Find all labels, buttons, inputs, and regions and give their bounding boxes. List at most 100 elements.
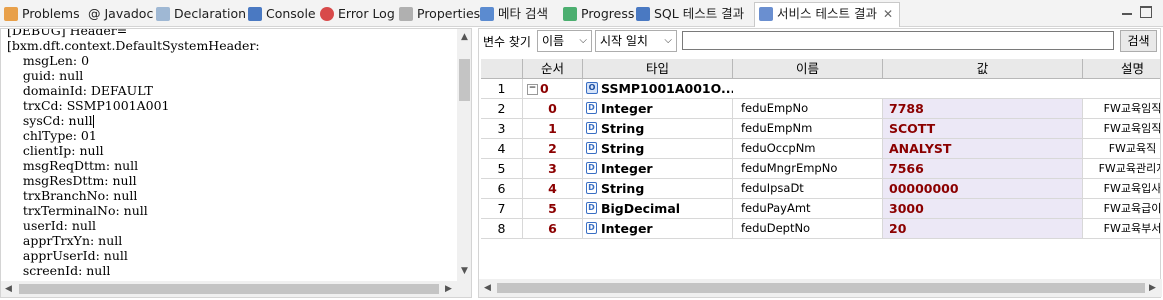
search-field-select[interactable]: 이름 ⌵ <box>537 30 592 52</box>
header-name[interactable]: 이름 <box>733 59 883 79</box>
row-value[interactable]: 7566 <box>883 159 1083 179</box>
row-value[interactable]: 00000000 <box>883 179 1083 199</box>
row-type: O SSMP1001A001O... <box>583 79 733 99</box>
header-index <box>481 59 523 79</box>
table-row[interactable]: 7 5 D BigDecimal feduPayAmt 3000 FW교육급이 <box>481 199 1160 219</box>
console-icon <box>248 6 262 21</box>
row-value[interactable]: 3000 <box>883 199 1083 219</box>
scroll-left-icon[interactable]: ◀ <box>484 283 491 293</box>
variable-search-bar: 변수 찾기 이름 ⌵ 시작 일치 ⌵ 검색 <box>479 29 1162 55</box>
header-value[interactable]: 값 <box>883 59 1083 79</box>
header-desc[interactable]: 설명 <box>1083 59 1160 79</box>
row-type: D Integer <box>583 99 733 119</box>
console-line: [DEBUG] Header= <box>7 28 128 38</box>
console-line: chlType: 01 <box>7 128 97 143</box>
row-desc: FW교육급이 <box>1083 199 1160 219</box>
scroll-right-icon[interactable]: ▶ <box>1149 283 1156 293</box>
row-value <box>883 79 1083 99</box>
row-type: D String <box>583 139 733 159</box>
scroll-left-icon[interactable]: ◀ <box>5 284 12 294</box>
service-test-icon <box>759 6 773 21</box>
table-horizontal-scrollbar[interactable]: ◀ ▶ <box>479 279 1162 297</box>
row-index: 4 <box>481 139 523 159</box>
scroll-down-icon[interactable]: ▼ <box>460 267 469 276</box>
table-row[interactable]: 3 1 D String feduEmpNm SCOTT FW교육임직 <box>481 119 1160 139</box>
sql-test-icon <box>636 6 650 21</box>
table-row[interactable]: 4 2 D String feduOccpNm ANALYST FW교육직 <box>481 139 1160 159</box>
row-value[interactable]: 7788 <box>883 99 1083 119</box>
row-seq: −0 <box>523 79 583 99</box>
tab-meta-search[interactable]: 메타 검색 <box>480 3 548 25</box>
search-input[interactable] <box>682 31 1114 50</box>
row-value[interactable]: SCOTT <box>883 119 1083 139</box>
tab-properties[interactable]: Properties <box>399 3 480 25</box>
maximize-icon[interactable] <box>1140 6 1152 18</box>
row-name: feduIpsaDt <box>733 179 883 199</box>
row-type: D BigDecimal <box>583 199 733 219</box>
console-output[interactable]: [DEBUG] Header= [bxm.dft.context.DefaultS… <box>7 29 260 278</box>
match-mode-select[interactable]: 시작 일치 ⌵ <box>595 30 677 52</box>
row-seq: 5 <box>523 199 583 219</box>
data-field-icon: D <box>586 182 597 194</box>
row-index: 1 <box>481 79 523 99</box>
table-row[interactable]: 5 3 D Integer feduMngrEmpNo 7566 FW교육관리지 <box>481 159 1160 179</box>
collapse-icon[interactable]: − <box>527 84 538 95</box>
scrollbar-thumb[interactable] <box>497 283 1145 293</box>
console-pane: [DEBUG] Header= [bxm.dft.context.DefaultS… <box>0 28 472 298</box>
tab-javadoc[interactable]: @ Javadoc <box>88 3 153 25</box>
data-field-icon: D <box>586 102 597 114</box>
data-field-icon: D <box>586 142 597 154</box>
row-name: feduOccpNm <box>733 139 883 159</box>
scroll-up-icon[interactable]: ▲ <box>460 33 469 42</box>
row-index: 3 <box>481 119 523 139</box>
data-field-icon: D <box>586 122 597 134</box>
row-index: 2 <box>481 99 523 119</box>
row-desc: FW교육부서 <box>1083 219 1160 239</box>
data-field-icon: D <box>586 162 597 174</box>
row-type: D String <box>583 179 733 199</box>
scrollbar-thumb[interactable] <box>19 284 439 294</box>
minimize-icon[interactable] <box>1121 6 1133 18</box>
tab-progress[interactable]: Progress <box>563 3 634 25</box>
tab-service-test-result[interactable]: 서비스 테스트 결과 ✕ <box>754 2 901 27</box>
table-row[interactable]: 2 0 D Integer feduEmpNo 7788 FW교육임직 <box>481 99 1160 119</box>
search-button[interactable]: 검색 <box>1120 30 1157 52</box>
console-vertical-scrollbar[interactable]: ▲ ▼ <box>457 29 471 281</box>
row-seq: 2 <box>523 139 583 159</box>
row-value[interactable]: ANALYST <box>883 139 1083 159</box>
tab-console[interactable]: Console <box>248 3 316 25</box>
service-test-result-pane: 변수 찾기 이름 ⌵ 시작 일치 ⌵ 검색 순서 타입 이름 값 설명 1 −0 O… <box>478 28 1162 298</box>
table-row[interactable]: 8 6 D Integer feduDeptNo 20 FW교육부서 <box>481 219 1160 239</box>
console-line: msgLen: 0 <box>7 53 90 68</box>
row-index: 8 <box>481 219 523 239</box>
tab-sql-test-result[interactable]: SQL 테스트 결과 <box>636 3 744 25</box>
row-desc: FW교육임직 <box>1083 119 1160 139</box>
row-name: feduEmpNm <box>733 119 883 139</box>
row-index: 6 <box>481 179 523 199</box>
table-row-root[interactable]: 1 −0 O SSMP1001A001O... <box>481 79 1160 99</box>
console-horizontal-scrollbar[interactable]: ◀ ▶ <box>1 281 457 297</box>
header-type[interactable]: 타입 <box>583 59 733 79</box>
close-icon[interactable]: ✕ <box>883 7 893 21</box>
row-type: D Integer <box>583 219 733 239</box>
data-field-icon: D <box>586 222 597 234</box>
row-seq: 6 <box>523 219 583 239</box>
scrollbar-thumb[interactable] <box>459 59 470 101</box>
row-value[interactable]: 20 <box>883 219 1083 239</box>
tab-error-log[interactable]: Error Log <box>320 3 395 25</box>
header-seq[interactable]: 순서 <box>523 59 583 79</box>
console-line: msgReqDttm: null <box>7 158 139 173</box>
row-index: 5 <box>481 159 523 179</box>
row-desc <box>1083 79 1160 99</box>
variable-search-label: 변수 찾기 <box>483 35 531 49</box>
console-line: domainId: DEFAULT <box>7 83 153 98</box>
console-line: screenId: null <box>7 263 111 278</box>
declaration-icon <box>156 6 170 21</box>
tab-problems[interactable]: Problems <box>4 3 80 25</box>
row-index: 7 <box>481 199 523 219</box>
meta-search-icon <box>480 6 494 21</box>
scroll-right-icon[interactable]: ▶ <box>445 284 452 294</box>
row-desc: FW교육직 <box>1083 139 1160 159</box>
tab-declaration[interactable]: Declaration <box>156 3 246 25</box>
table-row[interactable]: 6 4 D String feduIpsaDt 00000000 FW교육입사 <box>481 179 1160 199</box>
